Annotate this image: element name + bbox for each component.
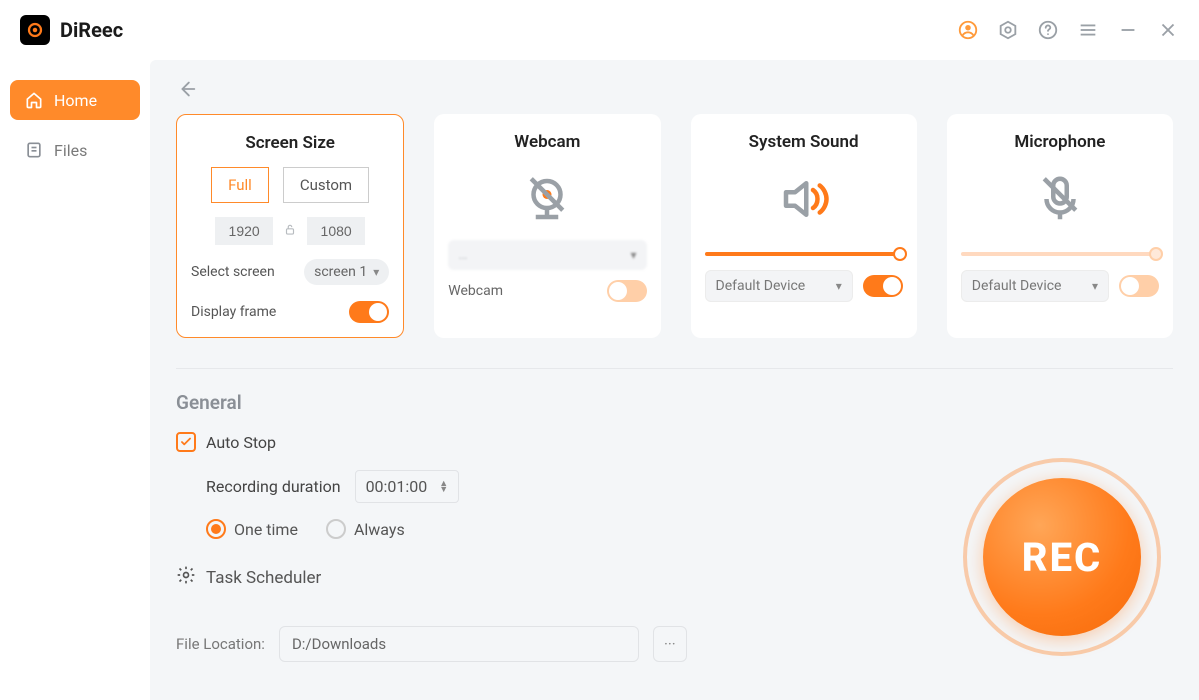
screen-select-value: screen 1 <box>314 264 367 280</box>
card-title: System Sound <box>749 132 859 152</box>
card-title: Webcam <box>514 132 580 152</box>
webcam-off-icon <box>520 170 574 228</box>
file-location-browse-button[interactable]: ··· <box>653 626 687 662</box>
display-frame-label: Display frame <box>191 304 276 320</box>
card-microphone: Microphone Default Device ▾ <box>947 114 1173 338</box>
sidebar: Home Files <box>0 60 150 700</box>
window-controls <box>957 19 1179 41</box>
lock-ratio-icon[interactable] <box>283 222 297 241</box>
chevron-down-icon: ▾ <box>836 279 842 293</box>
chevron-down-icon: ▾ <box>373 265 379 279</box>
display-frame-toggle[interactable] <box>349 301 389 323</box>
help-icon[interactable] <box>1037 19 1059 41</box>
file-location-value: D:/Downloads <box>292 635 386 653</box>
microphone-slider[interactable] <box>961 252 1159 256</box>
system-sound-device-select[interactable]: Default Device ▾ <box>705 270 853 302</box>
app-logo-icon <box>20 15 50 45</box>
menu-icon[interactable] <box>1077 19 1099 41</box>
screen-height-input[interactable] <box>307 217 365 245</box>
radio-label: One time <box>234 520 298 539</box>
webcam-device-value: … <box>458 247 467 263</box>
chevron-down-icon: ▾ <box>630 248 636 262</box>
auto-stop-checkbox[interactable] <box>176 432 196 452</box>
settings-icon[interactable] <box>997 19 1019 41</box>
recording-duration-value: 00:01:00 <box>366 477 428 496</box>
microphone-device-select[interactable]: Default Device ▾ <box>961 270 1109 302</box>
microphone-device-value: Default Device <box>972 278 1062 294</box>
screen-select[interactable]: screen 1 ▾ <box>304 259 389 285</box>
gear-icon <box>176 565 196 590</box>
microphone-off-icon <box>1033 170 1087 228</box>
card-system-sound: System Sound Default Device ▾ <box>691 114 917 338</box>
back-arrow-icon[interactable] <box>176 85 198 104</box>
radio-always[interactable]: Always <box>326 519 405 539</box>
source-cards: Screen Size Full Custom Select screen sc… <box>176 114 1173 338</box>
sidebar-item-label: Home <box>54 91 97 110</box>
recording-duration-label: Recording duration <box>206 477 341 496</box>
system-sound-device-value: Default Device <box>716 278 806 294</box>
webcam-label: Webcam <box>448 283 503 299</box>
webcam-toggle[interactable] <box>607 280 647 302</box>
main-content: Screen Size Full Custom Select screen sc… <box>150 60 1199 700</box>
task-scheduler-label: Task Scheduler <box>206 568 321 588</box>
close-icon[interactable] <box>1157 19 1179 41</box>
recording-duration-stepper[interactable]: 00:01:00 ▲▼ <box>355 470 460 503</box>
speaker-icon <box>777 170 831 228</box>
card-webcam: Webcam … ▾ Webcam <box>434 114 660 338</box>
sidebar-item-files[interactable]: Files <box>10 130 140 170</box>
app-name: DiReec <box>60 18 123 42</box>
screen-size-full-button[interactable]: Full <box>211 167 269 203</box>
general-section-title: General <box>176 391 1173 414</box>
select-screen-label: Select screen <box>191 264 275 280</box>
card-screen-size: Screen Size Full Custom Select screen sc… <box>176 114 404 338</box>
sidebar-item-label: Files <box>54 141 87 160</box>
files-icon <box>24 140 44 160</box>
file-location-label: File Location: <box>176 635 265 653</box>
titlebar: DiReec <box>0 0 1199 60</box>
chevron-down-icon: ▾ <box>1092 279 1098 293</box>
record-ring <box>963 458 1161 656</box>
radio-icon <box>326 519 346 539</box>
account-icon[interactable] <box>957 19 979 41</box>
screen-width-input[interactable] <box>215 217 273 245</box>
auto-stop-label: Auto Stop <box>206 433 276 452</box>
file-location-field[interactable]: D:/Downloads <box>279 626 639 662</box>
sidebar-item-home[interactable]: Home <box>10 80 140 120</box>
system-sound-toggle[interactable] <box>863 275 903 297</box>
record-button[interactable]: REC <box>963 458 1161 656</box>
brand: DiReec <box>20 15 123 45</box>
stepper-icon: ▲▼ <box>439 481 448 493</box>
home-icon <box>24 90 44 110</box>
system-sound-slider[interactable] <box>705 252 903 256</box>
minimize-icon[interactable] <box>1117 19 1139 41</box>
card-title: Microphone <box>1014 132 1105 152</box>
screen-size-custom-button[interactable]: Custom <box>283 167 369 203</box>
radio-label: Always <box>354 520 405 539</box>
microphone-toggle[interactable] <box>1119 275 1159 297</box>
radio-icon <box>206 519 226 539</box>
card-title: Screen Size <box>245 133 335 153</box>
webcam-device-select[interactable]: … ▾ <box>448 240 646 270</box>
divider <box>176 368 1173 369</box>
radio-one-time[interactable]: One time <box>206 519 298 539</box>
